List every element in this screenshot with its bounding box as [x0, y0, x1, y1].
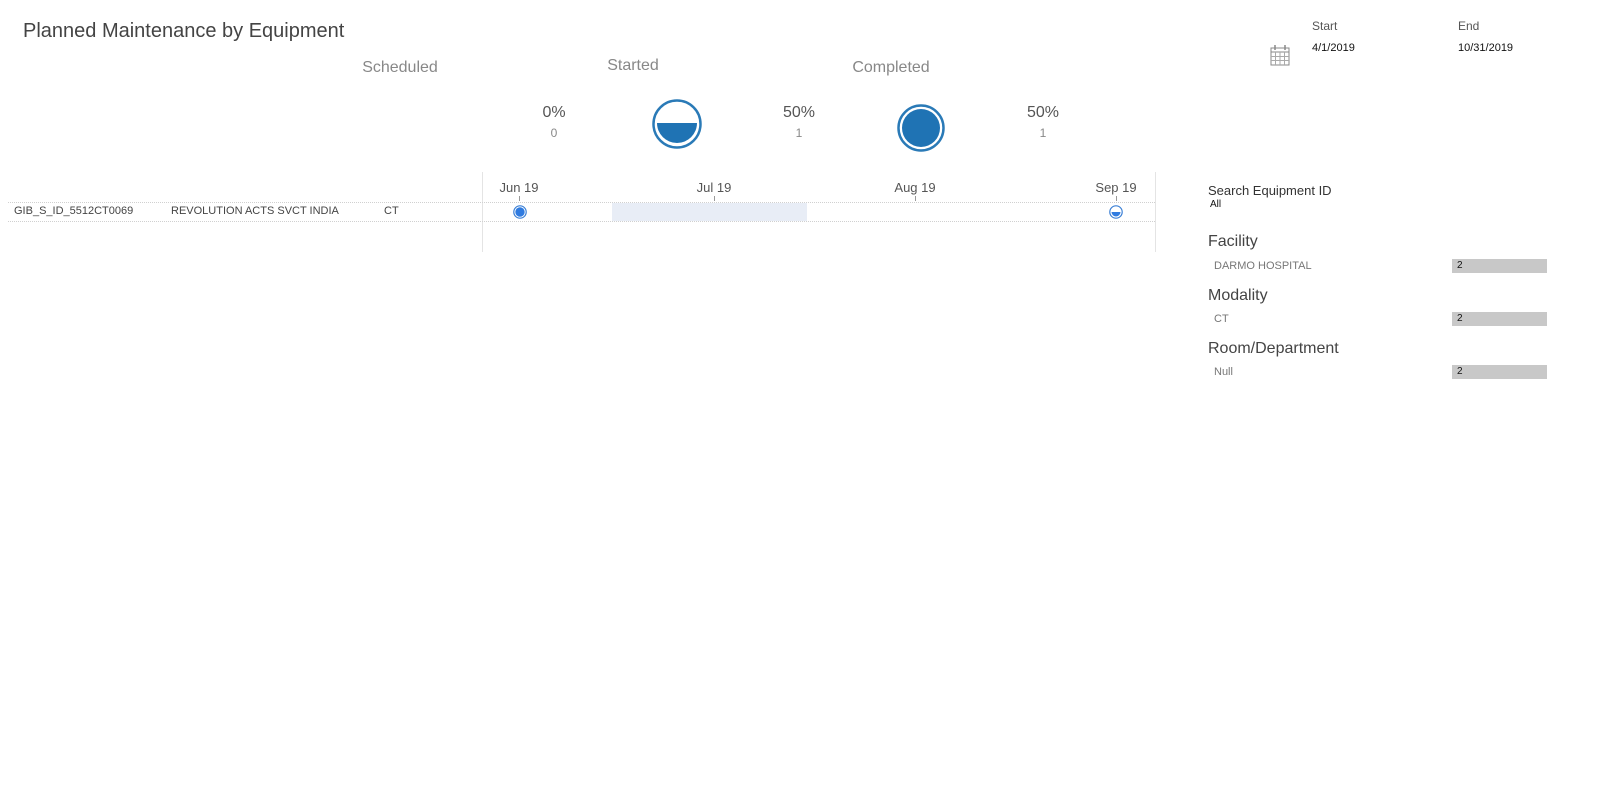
month-tick	[519, 196, 520, 201]
kpi-completed-percent: 50%	[1026, 104, 1060, 121]
kpi-started-label: Started	[607, 57, 659, 74]
gantt-row-bottom-line	[8, 221, 1155, 222]
page-title: Planned Maintenance by Equipment	[23, 20, 345, 42]
end-date-value[interactable]: 10/31/2019	[1458, 42, 1513, 54]
room-department-facet-title: Room/Department	[1208, 340, 1339, 357]
kpi-completed-count: 1	[1039, 126, 1047, 140]
kpi-scheduled-count: 0	[550, 126, 558, 140]
modality-cell: CT	[384, 205, 399, 217]
month-tick	[714, 196, 715, 201]
search-equipment-select[interactable]: All	[1210, 199, 1221, 210]
equipment-description-cell: REVOLUTION ACTS SVCT INDIA	[171, 205, 339, 217]
facility-count-bar[interactable]: 2	[1452, 259, 1547, 273]
search-equipment-label: Search Equipment ID	[1208, 183, 1332, 198]
month-tick	[915, 196, 916, 201]
completed-marker-icon[interactable]	[513, 205, 527, 219]
modality-facet-item[interactable]: CT	[1214, 313, 1229, 325]
room-department-facet-item[interactable]: Null	[1214, 366, 1233, 378]
gantt-row-top-line	[8, 202, 1155, 203]
month-label: Aug 19	[894, 180, 936, 195]
current-period-band	[612, 203, 807, 221]
modality-count-bar[interactable]: 2	[1452, 312, 1547, 326]
facility-facet-item[interactable]: DARMO HOSPITAL	[1214, 260, 1312, 272]
half-filled-circle-icon	[652, 99, 702, 149]
kpi-completed-label: Completed	[852, 59, 930, 76]
month-label: Jul 19	[696, 180, 732, 195]
month-label: Jun 19	[499, 180, 539, 195]
kpi-scheduled-label: Scheduled	[362, 59, 438, 76]
end-date-label: End	[1458, 19, 1480, 33]
kpi-started-count: 1	[795, 126, 803, 140]
room-department-count-bar[interactable]: 2	[1452, 365, 1547, 379]
calendar-icon[interactable]	[1270, 44, 1290, 66]
gantt-left-border	[482, 172, 483, 252]
gantt-right-border	[1155, 172, 1156, 252]
start-date-value[interactable]: 4/1/2019	[1312, 42, 1355, 54]
started-marker-icon[interactable]	[1109, 205, 1123, 219]
kpi-started-percent: 50%	[782, 104, 816, 121]
facility-facet-title: Facility	[1208, 233, 1258, 250]
filled-circle-icon	[897, 104, 945, 152]
month-label: Sep 19	[1095, 180, 1137, 195]
month-tick	[1116, 196, 1117, 201]
modality-facet-title: Modality	[1208, 287, 1268, 304]
equipment-id-cell[interactable]: GIB_S_ID_5512CT0069	[14, 205, 133, 217]
kpi-scheduled-percent: 0%	[542, 104, 566, 121]
start-date-label: Start	[1312, 19, 1338, 33]
